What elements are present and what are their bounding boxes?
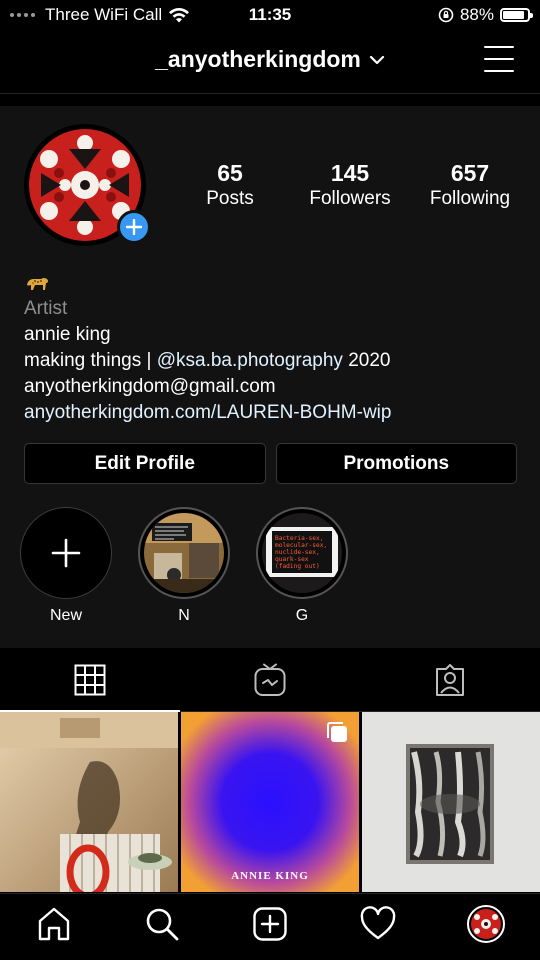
- new-highlight-ring: [20, 507, 112, 599]
- profile-email[interactable]: anyotherkingdom@gmail.com: [24, 374, 391, 400]
- battery-percent: 88%: [459, 5, 494, 24]
- status-right: 88%: [438, 5, 533, 25]
- post-thumbnail[interactable]: [0, 712, 178, 892]
- svg-text:nuclide-sex,: nuclide-sex,: [275, 549, 320, 556]
- nav-activity[interactable]: [351, 897, 405, 951]
- bio-text-suffix: 2020: [342, 350, 391, 371]
- profile-actions: Edit Profile Promotions: [24, 443, 517, 484]
- tab-igtv[interactable]: [180, 648, 360, 711]
- bio-line: making things | @ksa.ba.photography 2020: [24, 348, 391, 374]
- bio-text-prefix: making things |: [24, 350, 157, 371]
- following-stat[interactable]: 657 Following: [415, 160, 525, 212]
- highlight-label: G: [295, 607, 309, 624]
- home-icon: [38, 907, 70, 941]
- username-title: _anyotherkingdom: [155, 46, 361, 72]
- highlight-cover-image: Bacteria-sex, molecular-sex, nuclide-sex…: [262, 513, 342, 593]
- profile-avatar[interactable]: [24, 124, 151, 246]
- add-post-icon: [253, 907, 287, 941]
- bio-mention-link[interactable]: @ksa.ba.photography: [157, 350, 343, 371]
- followers-label: Followers: [309, 188, 391, 209]
- profile-stats: 65 Posts 145 Followers 657 Following: [170, 160, 530, 212]
- grid-icon: [74, 664, 106, 695]
- highlight-g[interactable]: Bacteria-sex, molecular-sex, nuclide-sex…: [256, 507, 348, 625]
- chevron-down-icon: [369, 55, 384, 64]
- post-thumbnail[interactable]: [362, 712, 540, 892]
- plus-icon: [51, 538, 81, 568]
- promotions-button[interactable]: Promotions: [275, 443, 517, 484]
- profile-category: Artist: [24, 298, 68, 319]
- following-count: 657: [450, 160, 490, 186]
- post-caption: ANNIE KING: [231, 870, 309, 882]
- profile-avatar-icon: [467, 905, 505, 943]
- profile-tabs: [0, 648, 540, 712]
- hamburger-menu-icon[interactable]: [484, 46, 514, 72]
- leopard-icon: [27, 278, 48, 290]
- followers-count: 145: [330, 160, 370, 186]
- search-icon: [146, 908, 179, 941]
- nav-create[interactable]: [243, 897, 297, 951]
- leopard-emoji: [24, 270, 391, 296]
- plus-icon: [126, 219, 142, 235]
- add-story-button[interactable]: [117, 210, 151, 244]
- post-thumbnail[interactable]: ANNIE KING: [181, 712, 359, 892]
- orientation-lock-icon: [438, 7, 454, 23]
- svg-text:Bacteria-sex,: Bacteria-sex,: [275, 535, 323, 542]
- highlight-new[interactable]: New: [20, 507, 112, 625]
- posts-stat[interactable]: 65 Posts: [175, 160, 285, 212]
- nav-home[interactable]: [27, 897, 81, 951]
- heart-icon: [360, 906, 396, 940]
- highlight-ring: Bacteria-sex, molecular-sex, nuclide-sex…: [256, 507, 348, 599]
- svg-text:(fading out): (fading out): [275, 563, 320, 570]
- status-bar: Three WiFi Call 11:35 88%: [0, 0, 540, 30]
- profile-bio: Artist annie king making things | @ksa.b…: [24, 270, 391, 426]
- bottom-navigation: [0, 893, 540, 960]
- highlight-label: N: [178, 607, 190, 624]
- following-label: Following: [429, 188, 511, 209]
- post-grid: ANNIE KING: [0, 712, 540, 892]
- nav-search[interactable]: [135, 897, 189, 951]
- tagged-icon: [436, 663, 464, 696]
- highlight-cover-image: [144, 513, 224, 593]
- profile-name: annie king: [24, 324, 111, 345]
- nav-profile[interactable]: [459, 897, 513, 951]
- edit-profile-button[interactable]: Edit Profile: [24, 443, 266, 484]
- profile-header: _anyotherkingdom: [0, 30, 540, 94]
- tab-grid[interactable]: [0, 648, 180, 712]
- posts-count: 65: [217, 160, 243, 186]
- svg-text:molecular-sex,: molecular-sex,: [275, 542, 327, 549]
- highlight-label: New: [49, 607, 82, 624]
- account-switcher[interactable]: _anyotherkingdom: [0, 46, 540, 73]
- highlight-ring: [138, 507, 230, 599]
- highlight-n[interactable]: N: [138, 507, 230, 625]
- igtv-icon: [254, 663, 286, 696]
- profile-website-link[interactable]: anyotherkingdom.com/LAUREN-BOHM-wip: [24, 400, 391, 426]
- story-highlights: New N Bacteria-sex, molecular-sex, nucli…: [20, 507, 348, 625]
- multi-post-icon: [327, 722, 347, 742]
- battery-icon: [500, 8, 533, 22]
- tab-tagged[interactable]: [360, 648, 540, 711]
- svg-text:quark-sex: quark-sex: [275, 556, 309, 563]
- posts-label: Posts: [206, 188, 254, 209]
- followers-stat[interactable]: 145 Followers: [295, 160, 405, 212]
